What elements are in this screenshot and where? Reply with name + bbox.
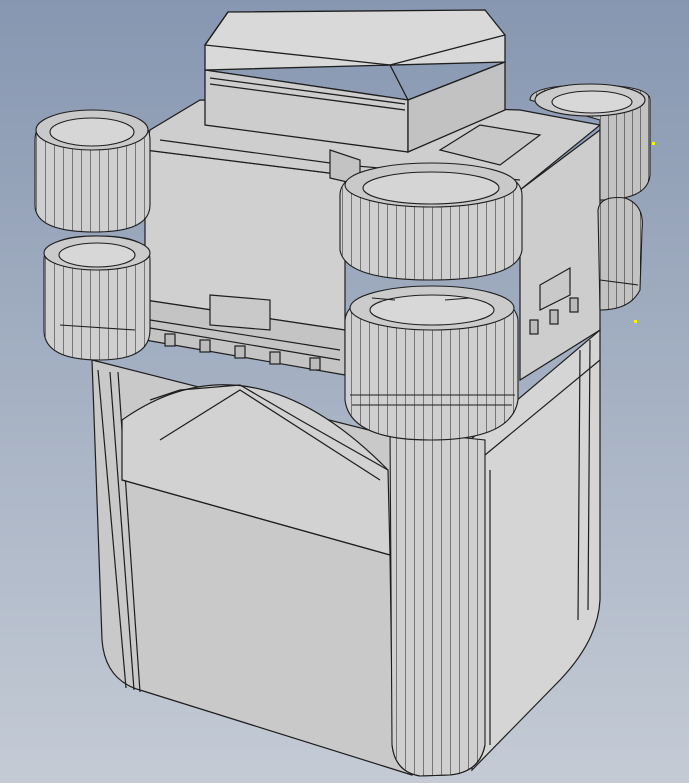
front-corner-column (389, 429, 486, 777)
turret-left-front (43, 235, 151, 361)
turret-center-upper (339, 162, 523, 281)
model-render[interactable] (0, 0, 689, 783)
turret-center-lower (344, 285, 519, 441)
turret-left-back (34, 109, 151, 233)
turret-right-front (597, 196, 643, 311)
3d-viewport[interactable] (0, 0, 689, 783)
selection-point[interactable] (634, 320, 637, 323)
selection-point[interactable] (652, 142, 655, 145)
